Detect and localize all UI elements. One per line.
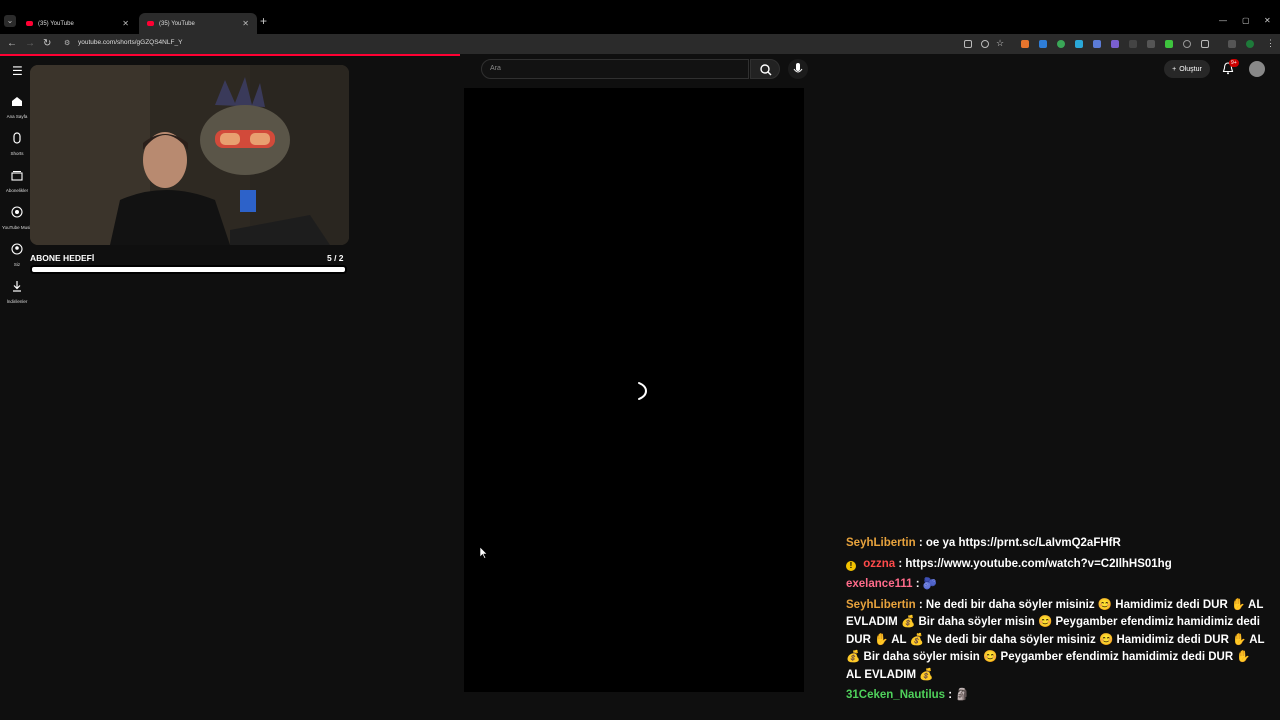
close-window-button[interactable]: ✕ (1264, 16, 1271, 25)
chat-text: : 🗿 (948, 689, 970, 701)
guide-item-home[interactable]: Ana Sayfa (2, 94, 32, 119)
browser-tab-bar: ⌄ (35) YouTube ✕ (35) YouTube ✕ + — ▢ ✕ (0, 0, 1280, 34)
browser-tab-active[interactable]: (35) YouTube ✕ (139, 13, 257, 34)
address-toolbar: ← → ↻ ⚙ youtube.com/shorts/gGZQS4NLF_Y ☆… (0, 34, 1280, 54)
close-tab-icon[interactable]: ✕ (122, 19, 129, 28)
cast-icon[interactable] (964, 40, 972, 48)
you-icon (11, 243, 23, 255)
chat-text: : 🫐 (915, 578, 938, 590)
chat-username: SeyhLibertin (846, 537, 916, 549)
streamer-webcam-image (30, 65, 349, 245)
extension-icon[interactable] (1039, 40, 1047, 48)
shorts-icon (13, 132, 21, 144)
back-icon[interactable]: ← (7, 38, 17, 49)
chat-text: : oe ya https://prnt.sc/LaIvmQ2aFHfR (918, 537, 1121, 549)
webcam-overlay (30, 65, 349, 245)
minimize-button[interactable]: — (1219, 16, 1227, 25)
extension-icon[interactable] (1165, 40, 1173, 48)
notification-count-badge: 9+ (1229, 59, 1239, 67)
guide-item-label: Shorts (10, 151, 24, 156)
youtube-favicon-icon (26, 21, 33, 26)
youtube-favicon-icon (147, 21, 154, 26)
mouse-cursor-icon (480, 547, 488, 559)
create-button[interactable]: + Oluştur (1164, 60, 1210, 78)
microphone-icon (793, 63, 803, 73)
voice-search-button[interactable] (788, 59, 808, 79)
search-placeholder: Ara (490, 65, 501, 72)
live-chat-overlay: SeyhLibertin : oe ya https://prnt.sc/LaI… (846, 535, 1266, 708)
search-button[interactable] (750, 59, 780, 79)
guide-item-subscriptions[interactable]: Abonelikler (2, 168, 32, 193)
extension-icon[interactable] (1183, 40, 1191, 48)
profile-icon[interactable] (1246, 40, 1254, 48)
chat-message: 31Ceken_Nautilus : 🗿 (846, 687, 1266, 705)
guide-item-label: Ana Sayfa (6, 114, 28, 119)
new-tab-button[interactable]: + (260, 14, 267, 28)
search-input[interactable]: Ara (481, 59, 749, 79)
extension-icon[interactable] (1057, 40, 1065, 48)
loading-spinner-icon (638, 382, 648, 400)
page-load-progress (0, 54, 460, 56)
extension-icon[interactable] (1021, 40, 1029, 48)
chat-username: SeyhLibertin (846, 598, 916, 611)
tab-title: (35) YouTube (38, 20, 74, 27)
site-info-icon[interactable]: ⚙ (64, 39, 70, 47)
account-avatar[interactable] (1249, 61, 1265, 77)
subscriber-goal-count: 5 / 2 (327, 253, 344, 263)
home-icon (12, 97, 22, 106)
close-tab-icon[interactable]: ✕ (242, 19, 249, 28)
chat-text: : https://www.youtube.com/watch?v=C2IlhH… (898, 557, 1172, 570)
browser-tab[interactable]: (35) YouTube ✕ (18, 13, 137, 34)
guide-item-shorts[interactable]: Shorts (2, 131, 32, 156)
plus-icon: + (1172, 65, 1177, 73)
guide-item-you[interactable]: Siz (2, 242, 32, 267)
guide-item-label: İndirilenler (6, 299, 28, 304)
guide-menu-icon[interactable]: ☰ (12, 64, 23, 78)
guide-item-label: YouTube Music (2, 225, 32, 230)
tab-title: (35) YouTube (159, 20, 195, 27)
forward-icon[interactable]: → (25, 38, 35, 49)
subscriptions-icon (11, 171, 23, 181)
url-field[interactable]: youtube.com/shorts/gGZQS4NLF_Y (78, 39, 182, 46)
guide-item-label: Abonelikler (5, 188, 29, 193)
extension-icon[interactable] (1093, 40, 1101, 48)
eye-off-icon[interactable] (981, 40, 989, 48)
music-icon (11, 206, 23, 218)
guide-item-downloads[interactable]: İndirilenler (2, 279, 32, 304)
download-icon (13, 281, 21, 292)
reload-icon[interactable]: ↻ (43, 38, 51, 49)
chat-username: ozzna (863, 557, 896, 570)
maximize-button[interactable]: ▢ (1242, 16, 1250, 25)
chat-username: 31Ceken_Nautilus (846, 689, 946, 701)
chat-message: ! ozzna : https://www.youtube.com/watch?… (846, 556, 1266, 574)
extension-icon[interactable] (1129, 40, 1137, 48)
subscriber-goal-title: ABONE HEDEFİ (30, 253, 95, 263)
extension-icon[interactable] (1111, 40, 1119, 48)
tab-search-button[interactable]: ⌄ (4, 15, 16, 27)
subscriber-goal-progress-bar (30, 265, 347, 274)
chat-message: SeyhLibertin : oe ya https://prnt.sc/LaI… (846, 535, 1266, 553)
menu-kebab-icon[interactable]: ⋮ (1266, 38, 1275, 49)
guide-item-label: Siz (13, 262, 21, 267)
moderator-badge-icon: ! (846, 560, 856, 571)
extension-icon[interactable] (1147, 40, 1155, 48)
chat-message: SeyhLibertin : Ne dedi bir daha söyler m… (846, 597, 1266, 685)
sidebar-icon[interactable] (1228, 40, 1236, 48)
chat-username: exelance111 (846, 578, 913, 590)
search-icon (760, 64, 772, 76)
extension-icon[interactable] (1075, 40, 1083, 48)
chat-message: exelance111 : 🫐 (846, 576, 1266, 594)
bookmark-star-icon[interactable]: ☆ (996, 38, 1004, 49)
create-label: Oluştur (1179, 65, 1202, 73)
extensions-puzzle-icon[interactable] (1201, 40, 1209, 48)
guide-item-music[interactable]: YouTube Music (2, 205, 32, 230)
